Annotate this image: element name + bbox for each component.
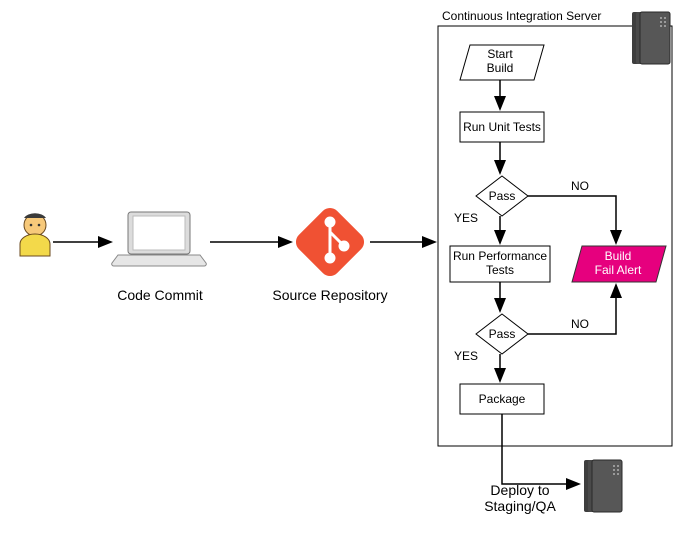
deploy-label-2: Staging/QA (484, 498, 556, 514)
perf-tests-node: Run Performance Tests (450, 246, 550, 282)
svg-text:Pass: Pass (489, 189, 516, 203)
svg-text:Start: Start (487, 47, 513, 61)
svg-text:Build: Build (487, 61, 514, 75)
decision-pass-1: Pass (476, 176, 528, 216)
source-repo-label: Source Repository (272, 287, 387, 303)
laptop-icon (112, 212, 207, 266)
decision-pass-2: Pass (476, 314, 528, 354)
server-icon-bottom (584, 460, 622, 512)
git-icon (292, 204, 368, 280)
ci-server-box (438, 26, 672, 446)
yes-label-1: YES (454, 211, 478, 225)
package-node: Package (460, 384, 544, 414)
arrow-no-1 (528, 196, 616, 242)
start-build-node: Start Build (460, 45, 544, 80)
code-commit-label: Code Commit (117, 287, 203, 303)
svg-text:Package: Package (479, 392, 526, 406)
svg-text:Run Unit Tests: Run Unit Tests (463, 120, 541, 134)
svg-text:Run Performance: Run Performance (453, 249, 547, 263)
svg-text:Build: Build (605, 249, 632, 263)
no-label-1: NO (571, 179, 589, 193)
arrow-package-deploy (502, 414, 578, 484)
ci-title: Continuous Integration Server (442, 9, 601, 23)
yes-label-2: YES (454, 349, 478, 363)
fail-alert-node: Build Fail Alert (572, 246, 666, 282)
no-label-2: NO (571, 317, 589, 331)
unit-tests-node: Run Unit Tests (460, 112, 544, 142)
svg-text:Fail Alert: Fail Alert (595, 263, 642, 277)
user-icon (20, 213, 50, 256)
svg-text:Tests: Tests (486, 263, 514, 277)
server-icon-top (632, 12, 670, 64)
svg-text:Pass: Pass (489, 327, 516, 341)
